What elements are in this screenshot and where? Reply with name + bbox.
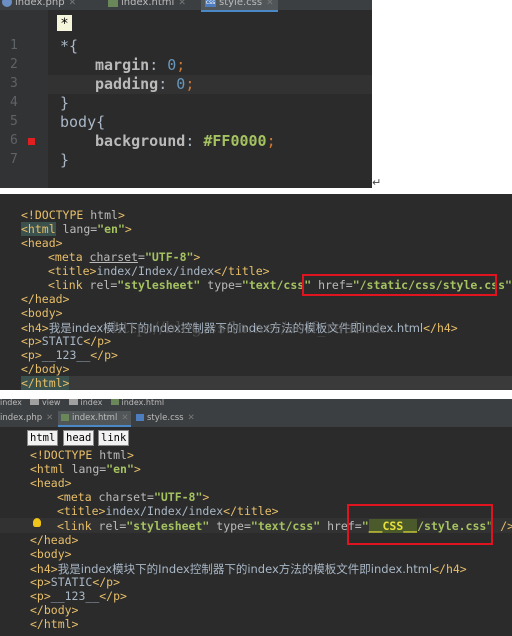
line-number: 3 [10, 76, 18, 91]
php-file-icon [2, 0, 12, 7]
css-file-icon [136, 414, 144, 421]
close-icon[interactable]: ✕ [266, 0, 274, 8]
code-line[interactable]: <head> [21, 236, 63, 250]
line-number: 5 [10, 114, 18, 129]
breadcrumb-item[interactable]: view [42, 399, 60, 407]
html-file-icon [108, 0, 118, 7]
code-line[interactable]: <body> [30, 547, 72, 561]
return-mark: ↵ [372, 176, 382, 189]
html-editor-panel-before: <!DOCTYPE html> <html lang="en"> <head> … [0, 194, 512, 390]
code-line[interactable]: <title>index/Index/index</title> [57, 504, 279, 518]
code-line[interactable]: </head> [21, 292, 69, 306]
line-gutter [0, 10, 48, 188]
folder-icon [30, 399, 40, 405]
crumb-html[interactable]: html [27, 430, 59, 446]
code-line[interactable]: </body> [21, 362, 69, 376]
code-line[interactable]: margin: 0; [95, 56, 185, 74]
breadcrumb-item[interactable]: index [0, 399, 22, 407]
crumb-link[interactable]: link [98, 430, 130, 446]
breadcrumb-item[interactable]: index [81, 399, 103, 407]
tab-index-html[interactable]: index.html ✕ [58, 411, 132, 427]
code-line[interactable]: *{ [60, 37, 78, 55]
line-number: 4 [10, 95, 18, 110]
line-number: 6 [10, 133, 18, 148]
code-line[interactable]: </head> [30, 533, 78, 547]
line-number: 7 [10, 152, 18, 167]
tab-index-php[interactable]: index.php ✕ [2, 0, 76, 10]
line-number: 1 [10, 38, 18, 53]
breadcrumb-item[interactable]: index.html [121, 399, 164, 407]
css-file-icon: css [205, 0, 216, 7]
code-line[interactable]: </html> [30, 617, 78, 631]
lightbulb-icon[interactable] [33, 518, 41, 527]
highlight-box [347, 504, 493, 545]
code-line[interactable]: <p>__123__</p> [21, 348, 118, 362]
close-icon[interactable]: ✕ [69, 0, 77, 8]
code-line[interactable]: </body> [30, 603, 78, 617]
tab-style-css[interactable]: style.css ✕ [136, 411, 195, 425]
watermark: http://blog.csdn.net/self_realian [112, 318, 387, 337]
tab-style-css[interactable]: css style.css ✕ [201, 0, 278, 12]
code-line[interactable]: <head> [30, 476, 72, 490]
code-line[interactable]: <html lang="en"> [30, 462, 141, 476]
close-icon[interactable]: ✕ [178, 0, 186, 8]
modified-marker: * [57, 15, 72, 32]
code-line[interactable]: <title>index/Index/index</title> [48, 264, 270, 278]
folder-icon [68, 399, 78, 405]
breadcrumb: index view index index.html [0, 399, 512, 409]
code-line[interactable]: <meta charset="UTF-8"> [57, 490, 209, 504]
tab-index-html[interactable]: index.html ✕ [108, 0, 186, 10]
code-line[interactable]: body{ [60, 113, 105, 131]
html-file-icon [110, 399, 119, 405]
crumb-head[interactable]: head [63, 430, 95, 446]
code-line[interactable]: <p>__123__</p> [30, 589, 127, 603]
line-number: 2 [10, 57, 18, 72]
code-line[interactable]: background: #FF0000; [95, 132, 276, 150]
html-file-icon [61, 414, 69, 421]
code-line[interactable]: <!DOCTYPE html> [21, 208, 125, 222]
code-line[interactable]: <html lang="en"> [21, 222, 132, 236]
code-line[interactable]: } [60, 151, 69, 169]
code-line[interactable]: } [60, 94, 69, 112]
tab-index-php[interactable]: index.php ✕ [0, 411, 53, 425]
code-line[interactable]: <!DOCTYPE html> [30, 448, 134, 462]
close-icon[interactable]: ✕ [46, 413, 53, 423]
html-editor-panel-after: index view index index.html index.php ✕ i… [0, 399, 512, 636]
code-line[interactable]: <body> [21, 306, 63, 320]
close-icon[interactable]: ✕ [188, 413, 195, 423]
editor-tab-bar: index.php ✕ index.html ✕ css style.css ✕ [0, 0, 372, 12]
breakpoint-marker[interactable] [28, 138, 35, 145]
code-line[interactable]: <meta charset="UTF-8"> [48, 250, 200, 264]
code-line[interactable]: <p>STATIC</p> [30, 575, 120, 589]
highlight-box [302, 274, 497, 296]
editor-tab-bar: index.php ✕ index.html ✕ style.css ✕ [0, 409, 512, 427]
close-icon[interactable]: ✕ [121, 413, 128, 423]
code-line[interactable]: padding: 0; [95, 75, 194, 93]
code-line[interactable]: </html> [21, 376, 512, 390]
code-line[interactable]: <p>STATIC</p> [21, 334, 111, 348]
css-editor-panel: index.php ✕ index.html ✕ css style.css ✕ * 1… [0, 0, 372, 188]
